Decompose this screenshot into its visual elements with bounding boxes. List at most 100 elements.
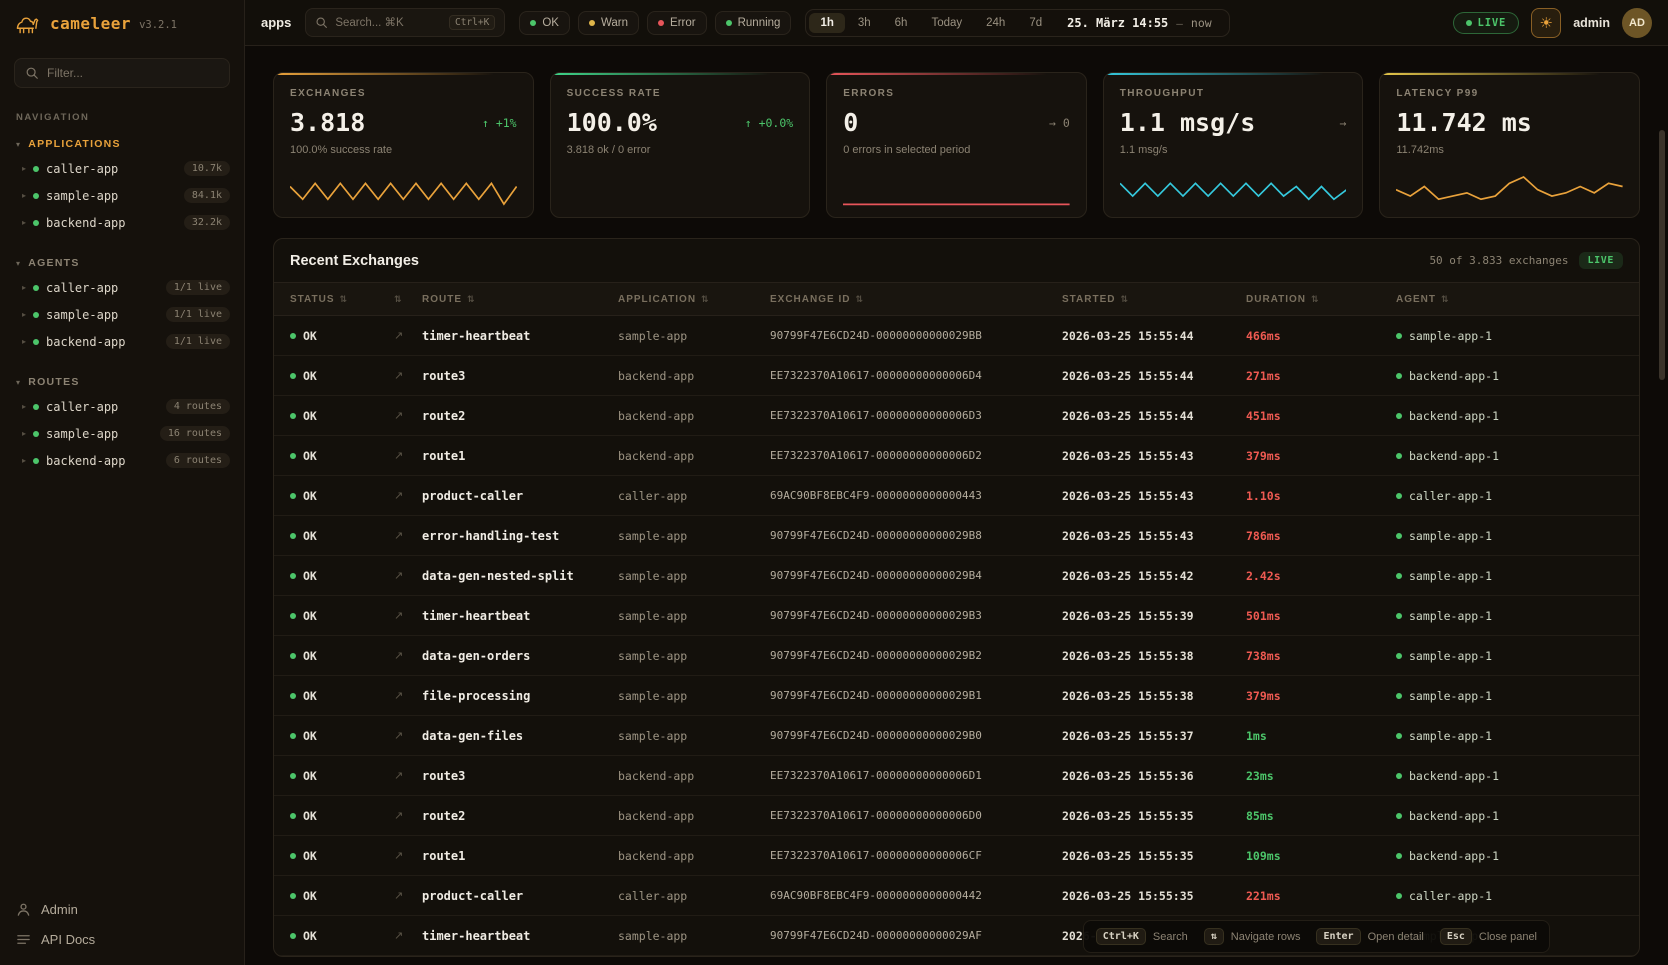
live-indicator[interactable]: LIVE: [1453, 12, 1520, 34]
table-row[interactable]: OK↗file-processingsample-app90799F47E6CD…: [274, 676, 1639, 716]
open-detail-icon[interactable]: ↗: [394, 329, 422, 342]
open-detail-icon[interactable]: ↗: [394, 809, 422, 822]
exchange-id-cell: 69AC90BF8EBC4F9-0000000000000442: [770, 889, 1062, 902]
column-header-link[interactable]: ⇅: [394, 294, 422, 305]
hint-key: Esc: [1440, 928, 1472, 945]
filter-input[interactable]: [47, 66, 219, 80]
table-row[interactable]: OK↗timer-heartbeatsample-app90799F47E6CD…: [274, 316, 1639, 356]
started-cell: 2026-03-25 15:55:44: [1062, 369, 1246, 383]
agent-status-dot: [1396, 333, 1402, 339]
sidebar-item-sample-app[interactable]: ▸sample-app84.1k: [0, 182, 244, 209]
status-cell: OK: [290, 929, 394, 943]
column-header-application[interactable]: APPLICATION⇅: [618, 294, 770, 305]
open-detail-icon[interactable]: ↗: [394, 449, 422, 462]
status-cell: OK: [290, 609, 394, 623]
column-header-started[interactable]: STARTED⇅: [1062, 294, 1246, 305]
open-detail-icon[interactable]: ↗: [394, 649, 422, 662]
table-row[interactable]: OK↗route2backend-appEE7322370A10617-0000…: [274, 796, 1639, 836]
sidebar-item-sample-app[interactable]: ▸sample-app16 routes: [0, 420, 244, 447]
stat-card-latency-p99[interactable]: LATENCY P9911.742 ms11.742ms: [1379, 72, 1640, 218]
avatar[interactable]: AD: [1622, 8, 1652, 38]
sidebar-filter[interactable]: [14, 58, 230, 88]
sidebar-item-caller-app[interactable]: ▸caller-app1/1 live: [0, 274, 244, 301]
open-detail-icon[interactable]: ↗: [394, 849, 422, 862]
table-row[interactable]: OK↗error-handling-testsample-app90799F47…: [274, 516, 1639, 556]
exchange-id-cell: EE7322370A10617-00000000000006D0: [770, 809, 1062, 822]
sidebar-item-badge: 6 routes: [166, 453, 230, 468]
open-detail-icon[interactable]: ↗: [394, 409, 422, 422]
table-row[interactable]: OK↗data-gen-nested-splitsample-app90799F…: [274, 556, 1639, 596]
table-row[interactable]: OK↗route1backend-appEE7322370A10617-0000…: [274, 836, 1639, 876]
open-detail-icon[interactable]: ↗: [394, 489, 422, 502]
open-detail-icon[interactable]: ↗: [394, 889, 422, 902]
sidebar-item-caller-app[interactable]: ▸caller-app4 routes: [0, 393, 244, 420]
time-range-6h[interactable]: 6h: [884, 13, 919, 33]
column-header-exchange-id[interactable]: EXCHANGE ID⇅: [770, 294, 1062, 305]
duration-cell: 379ms: [1246, 689, 1396, 703]
application-cell: caller-app: [618, 889, 770, 903]
open-detail-icon[interactable]: ↗: [394, 569, 422, 582]
theme-toggle-button[interactable]: ☀: [1531, 8, 1561, 38]
table-row[interactable]: OK↗product-callercaller-app69AC90BF8EBC4…: [274, 476, 1639, 516]
time-range-today[interactable]: Today: [920, 13, 973, 33]
status-label: OK: [303, 449, 317, 463]
global-search[interactable]: Ctrl+K: [305, 8, 505, 37]
column-header-route[interactable]: ROUTE⇅: [422, 294, 618, 305]
open-detail-icon[interactable]: ↗: [394, 929, 422, 942]
stat-card-throughput[interactable]: THROUGHPUT1.1 msg/s→1.1 msg/s: [1103, 72, 1364, 218]
table-row[interactable]: OK↗route3backend-appEE7322370A10617-0000…: [274, 356, 1639, 396]
sidebar-footer: Admin API Docs: [0, 892, 244, 965]
sidebar-item-backend-app[interactable]: ▸backend-app32.2k: [0, 209, 244, 236]
agent-cell: backend-app-1: [1396, 769, 1623, 783]
status-cell: OK: [290, 529, 394, 543]
sidebar-item-admin[interactable]: Admin: [16, 902, 228, 917]
column-header-status[interactable]: STATUS⇅: [290, 294, 394, 305]
table-row[interactable]: OK↗data-gen-orderssample-app90799F47E6CD…: [274, 636, 1639, 676]
table-row[interactable]: OK↗route3backend-appEE7322370A10617-0000…: [274, 756, 1639, 796]
table-row[interactable]: OK↗route1backend-appEE7322370A10617-0000…: [274, 436, 1639, 476]
open-detail-icon[interactable]: ↗: [394, 369, 422, 382]
open-detail-icon[interactable]: ↗: [394, 529, 422, 542]
stat-card-errors[interactable]: ERRORS0→ 00 errors in selected period: [826, 72, 1087, 218]
stat-card-success-rate[interactable]: SUCCESS RATE100.0%↑ +0.0%3.818 ok / 0 er…: [550, 72, 811, 218]
open-detail-icon[interactable]: ↗: [394, 769, 422, 782]
sidebar-footer-label: Admin: [41, 902, 78, 917]
sidebar-item-caller-app[interactable]: ▸caller-app10.7k: [0, 155, 244, 182]
time-range-7d[interactable]: 7d: [1018, 13, 1053, 33]
scrollbar[interactable]: [1659, 96, 1665, 959]
scrollbar-thumb[interactable]: [1659, 130, 1665, 380]
time-range-3h[interactable]: 3h: [847, 13, 882, 33]
filter-chip-ok[interactable]: OK: [519, 11, 570, 35]
filter-chip-warn[interactable]: Warn: [578, 11, 639, 35]
sidebar-section-header[interactable]: ▾AGENTS: [0, 252, 244, 274]
stat-card-subtext: 0 errors in selected period: [843, 144, 1070, 156]
table-row[interactable]: OK↗product-callercaller-app69AC90BF8EBC4…: [274, 876, 1639, 916]
sidebar-item-sample-app[interactable]: ▸sample-app1/1 live: [0, 301, 244, 328]
time-period[interactable]: 25. März 14:55 — now: [1053, 16, 1226, 30]
table-row[interactable]: OK↗data-gen-filessample-app90799F47E6CD2…: [274, 716, 1639, 756]
column-header-agent[interactable]: AGENT⇅: [1396, 294, 1623, 305]
brand[interactable]: cameleer v3.2.1: [0, 0, 244, 46]
hint-key: Enter: [1316, 928, 1360, 945]
open-detail-icon[interactable]: ↗: [394, 729, 422, 742]
column-header-duration[interactable]: DURATION⇅: [1246, 294, 1396, 305]
stat-value-row: 11.742 ms: [1396, 108, 1623, 137]
stat-card-exchanges[interactable]: EXCHANGES3.818↑ +1%100.0% success rate: [273, 72, 534, 218]
filter-chip-error[interactable]: Error: [647, 11, 707, 35]
open-detail-icon[interactable]: ↗: [394, 689, 422, 702]
table-row[interactable]: OK↗route2backend-appEE7322370A10617-0000…: [274, 396, 1639, 436]
agent-label: caller-app-1: [1409, 889, 1492, 903]
chevron-right-icon: ▸: [22, 310, 26, 319]
time-range-1h[interactable]: 1h: [809, 13, 844, 33]
sidebar-item-api-docs[interactable]: API Docs: [16, 932, 228, 947]
sidebar-item-backend-app[interactable]: ▸backend-app1/1 live: [0, 328, 244, 355]
time-range-24h[interactable]: 24h: [975, 13, 1016, 33]
agent-label: sample-app-1: [1409, 329, 1492, 343]
filter-chip-running[interactable]: Running: [715, 11, 792, 35]
search-input[interactable]: [335, 17, 442, 29]
table-row[interactable]: OK↗timer-heartbeatsample-app90799F47E6CD…: [274, 596, 1639, 636]
open-detail-icon[interactable]: ↗: [394, 609, 422, 622]
sidebar-item-backend-app[interactable]: ▸backend-app6 routes: [0, 447, 244, 474]
sidebar-section-header[interactable]: ▾ROUTES: [0, 371, 244, 393]
sidebar-section-header[interactable]: ▾APPLICATIONS: [0, 133, 244, 155]
